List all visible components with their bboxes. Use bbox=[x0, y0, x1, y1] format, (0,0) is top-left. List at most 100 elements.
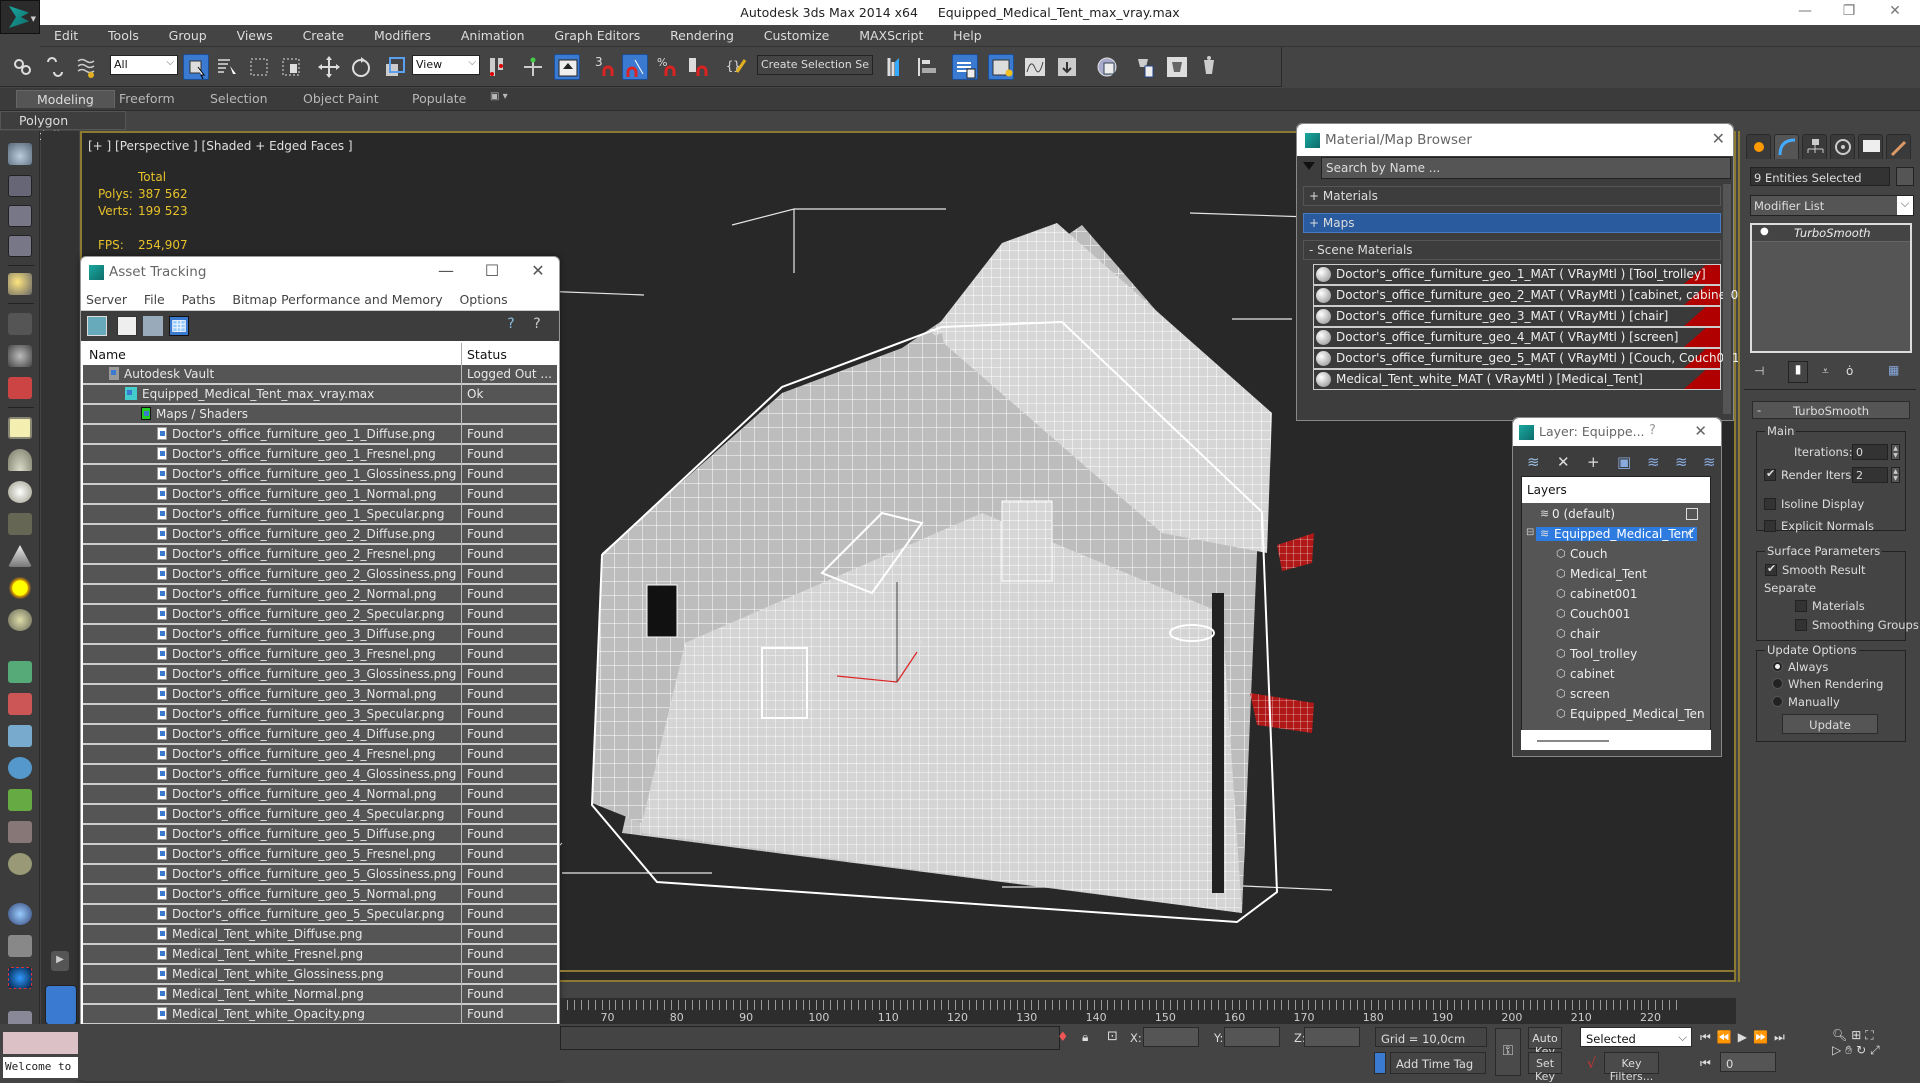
clone-icon[interactable] bbox=[8, 935, 32, 957]
plane-light-icon[interactable] bbox=[8, 417, 32, 439]
key-mode-dropdown[interactable]: Selected ⌵ bbox=[1580, 1027, 1692, 1047]
layer-object-item[interactable]: screen ⬡ bbox=[1522, 685, 1710, 705]
isoline-display-checkbox[interactable] bbox=[1764, 498, 1776, 510]
layer-object-item[interactable]: cabinet ⬡ bbox=[1522, 665, 1710, 685]
align-icon[interactable] bbox=[915, 54, 941, 80]
separate-smoothing-groups-checkbox[interactable] bbox=[1795, 619, 1807, 631]
modify-tab-icon[interactable] bbox=[1774, 134, 1799, 159]
named-selection-set-dropdown[interactable]: Create Selection Se ⌵ bbox=[757, 55, 873, 75]
maximize-viewport-icon[interactable]: ⤢ bbox=[1870, 1043, 1884, 1057]
asset-row[interactable]: Doctor's_office_furniture_geo_4_Glossine… bbox=[83, 765, 557, 785]
object-name-field[interactable]: 9 Entities Selected bbox=[1750, 167, 1890, 186]
asset-row[interactable]: Medical_Tent_white_Diffuse.png Found bbox=[83, 925, 557, 945]
particles-icon[interactable] bbox=[8, 661, 32, 683]
modifier-stack-item[interactable]: ● TurboSmooth bbox=[1752, 225, 1910, 242]
help-icon[interactable]: ? bbox=[1649, 423, 1656, 438]
manage-layers-icon[interactable] bbox=[952, 54, 978, 80]
hierarchy-tab-icon[interactable] bbox=[1802, 134, 1827, 159]
ribbon-tab-modeling[interactable]: Modeling bbox=[16, 90, 115, 108]
create-layer-icon[interactable]: ≋ bbox=[1527, 453, 1540, 471]
schematic-view-icon[interactable] bbox=[1054, 54, 1080, 80]
filter-icon[interactable] bbox=[1303, 162, 1315, 170]
teapot-icon[interactable] bbox=[8, 143, 32, 165]
hair-fur-icon[interactable] bbox=[8, 821, 32, 843]
ribbon-tab-freeform[interactable]: Freeform bbox=[119, 91, 175, 106]
previous-frame-icon[interactable]: ⏪ bbox=[1717, 1030, 1738, 1044]
panel-icon[interactable] bbox=[8, 205, 32, 227]
select-object-icon[interactable] bbox=[183, 54, 209, 80]
asset-row[interactable]: Doctor's_office_furniture_geo_1_Glossine… bbox=[83, 465, 557, 485]
select-by-name-icon[interactable] bbox=[214, 54, 240, 80]
horizontal-scrollbar[interactable] bbox=[1521, 730, 1711, 750]
asset-row[interactable]: Doctor's_office_furniture_geo_2_Normal.p… bbox=[83, 585, 557, 605]
maxscript-listener-output[interactable] bbox=[3, 1032, 78, 1054]
menu-rendering[interactable]: Rendering bbox=[656, 25, 746, 43]
layers-column-header[interactable]: Layers bbox=[1522, 477, 1710, 503]
iterations-input[interactable]: 0 bbox=[1852, 444, 1888, 460]
asset-row[interactable]: Doctor's_office_furniture_geo_4_Fresnel.… bbox=[83, 745, 557, 765]
z-coordinate-field[interactable] bbox=[1304, 1027, 1360, 1047]
asset-row[interactable]: Doctor's_office_furniture_geo_2_Diffuse.… bbox=[83, 525, 557, 545]
key-tangent-icon[interactable]: √ bbox=[1587, 1056, 1596, 1072]
column-name[interactable]: Name bbox=[89, 347, 126, 362]
plant-icon[interactable] bbox=[8, 789, 32, 811]
material-item[interactable]: Doctor's_office_furniture_geo_1_MAT ( VR… bbox=[1313, 264, 1721, 285]
asset-row[interactable]: Medical_Tent_white_Glossiness.png Found bbox=[83, 965, 557, 985]
asset-row[interactable]: Doctor's_office_furniture_geo_5_Glossine… bbox=[83, 865, 557, 885]
render-setup-icon[interactable] bbox=[1132, 54, 1158, 80]
menu-graph-editors[interactable]: Graph Editors bbox=[540, 25, 652, 43]
rectangular-selection-icon[interactable] bbox=[246, 54, 272, 80]
section-maps[interactable]: + Maps bbox=[1303, 213, 1721, 233]
current-layer-check-icon[interactable]: ✓ bbox=[1686, 525, 1698, 540]
delete-layer-icon[interactable]: ✕ bbox=[1557, 453, 1570, 471]
asset-row[interactable]: Doctor's_office_furniture_geo_3_Diffuse.… bbox=[83, 625, 557, 645]
ribbon-options-icon[interactable]: ▣ ▾ bbox=[490, 91, 508, 102]
column-status[interactable]: Status bbox=[467, 347, 507, 362]
track-bar[interactable] bbox=[560, 1026, 1060, 1050]
auto-key-button[interactable]: Auto Key bbox=[1528, 1027, 1562, 1058]
select-objects-icon[interactable]: ▣ bbox=[1617, 453, 1631, 471]
asset-row[interactable]: Doctor's_office_furniture_geo_4_Specular… bbox=[83, 805, 557, 825]
render-window-icon[interactable] bbox=[8, 175, 32, 197]
absolute-mode-icon[interactable]: ⊡ bbox=[1107, 1029, 1118, 1044]
menu-server[interactable]: Server bbox=[81, 289, 127, 307]
layer-object-item[interactable]: Medical_Tent ⬡ bbox=[1522, 565, 1710, 585]
asset-row[interactable]: Doctor's_office_furniture_geo_1_Diffuse.… bbox=[83, 425, 557, 445]
make-unique-icon[interactable]: ⩡ bbox=[1822, 364, 1829, 379]
material-item[interactable]: Medical_Tent_white_MAT ( VRayMtl ) [Medi… bbox=[1313, 369, 1721, 390]
material-editor-icon[interactable] bbox=[1094, 54, 1120, 80]
asset-row[interactable]: Doctor's_office_furniture_geo_3_Fresnel.… bbox=[83, 645, 557, 665]
mirror-icon[interactable] bbox=[883, 54, 909, 80]
close-icon[interactable]: ✕ bbox=[1880, 3, 1910, 19]
zoom-all-icon[interactable]: ⊞ bbox=[1851, 1028, 1865, 1042]
help-web-icon[interactable]: ? bbox=[501, 316, 521, 336]
asset-row[interactable]: Medical_Tent_white_Opacity.png Found bbox=[83, 1005, 557, 1025]
expand-arrow-icon[interactable]: ▶ bbox=[51, 951, 69, 971]
restore-icon[interactable]: ❐ bbox=[1834, 3, 1864, 19]
lock-selection-icon[interactable]: 🔒︎ bbox=[1082, 1030, 1088, 1045]
asset-row[interactable]: Doctor's_office_furniture_geo_5_Diffuse.… bbox=[83, 825, 557, 845]
light-bulb-icon[interactable]: ● bbox=[1760, 226, 1769, 237]
asset-row[interactable]: Doctor's_office_furniture_geo_4_Diffuse.… bbox=[83, 725, 557, 745]
select-and-manipulate-icon[interactable] bbox=[520, 54, 546, 80]
menu-customize[interactable]: Customize bbox=[750, 25, 842, 43]
camera-sphere-icon[interactable] bbox=[8, 345, 32, 367]
scene-explorer-icon[interactable] bbox=[988, 54, 1014, 80]
current-layer-checkbox[interactable] bbox=[1686, 508, 1698, 520]
dome-light-icon[interactable] bbox=[8, 449, 32, 471]
layer-settings-icon[interactable]: ≋ bbox=[1703, 453, 1716, 471]
maximize-icon[interactable]: ☐ bbox=[477, 261, 507, 280]
angle-snap-icon[interactable] bbox=[622, 54, 648, 80]
measure-icon[interactable] bbox=[8, 725, 32, 747]
render-iters-spinner[interactable]: ▲ ▼ bbox=[1891, 467, 1900, 483]
motion-tab-icon[interactable] bbox=[1830, 134, 1855, 159]
select-and-link-icon[interactable] bbox=[10, 54, 36, 80]
time-tag-icon[interactable] bbox=[1374, 1052, 1386, 1074]
menu-paths[interactable]: Paths bbox=[177, 289, 216, 307]
menu-modifiers[interactable]: Modifiers bbox=[360, 25, 443, 43]
isolate-selection-icon[interactable]: ♦ bbox=[1057, 1030, 1069, 1045]
sphere-icon[interactable] bbox=[8, 903, 32, 925]
display-tab-icon[interactable] bbox=[1858, 134, 1883, 159]
camera-icon[interactable] bbox=[8, 313, 32, 335]
configure-modifier-sets-icon[interactable]: ▦ bbox=[1888, 363, 1899, 377]
